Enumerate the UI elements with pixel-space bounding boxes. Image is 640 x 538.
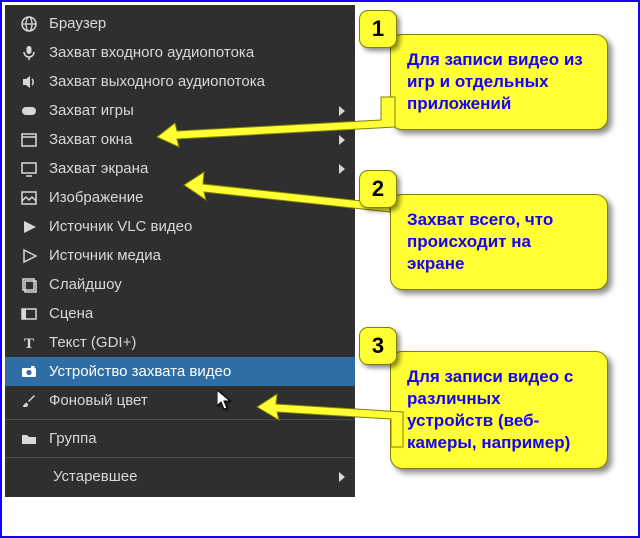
menu-item-audio-output[interactable]: Захват выходного аудиопотока [5,67,355,96]
menu-divider [5,419,355,420]
microphone-icon [19,43,39,63]
monitor-icon [19,159,39,179]
menu-item-text-gdi[interactable]: T Текст (GDI+) [5,328,355,357]
brush-icon [19,391,39,411]
menu-item-media-source[interactable]: Источник медиа [5,241,355,270]
callout-badge-2: 2 [359,170,397,208]
menu-item-group[interactable]: Группа [5,424,355,453]
text-icon: T [19,333,39,353]
menu-item-label: Браузер [49,15,106,32]
menu-item-audio-input[interactable]: Захват входного аудиопотока [5,38,355,67]
globe-icon [19,14,39,34]
window-icon [19,130,39,150]
menu-item-label: Источник VLC видео [49,218,192,235]
callout-badge-1: 1 [359,10,397,48]
menu-item-label: Захват окна [49,131,132,148]
callout-box-1: Для записи видео из игр и отдельных прил… [390,34,608,130]
menu-item-label: Захват экрана [49,160,148,177]
callout-number: 3 [372,333,384,359]
sources-context-menu: Браузер Захват входного аудиопотока Захв… [5,5,355,497]
menu-item-label: Слайдшоу [49,276,122,293]
callout-box-2: Захват всего, что происходит на экране [390,194,608,290]
menu-item-label: Группа [49,430,97,447]
play-outline-icon [19,246,39,266]
menu-divider [5,457,355,458]
menu-item-scene[interactable]: Сцена [5,299,355,328]
callout-number: 1 [372,16,384,42]
menu-item-label: Захват выходного аудиопотока [49,73,265,90]
scene-icon [19,304,39,324]
menu-item-label: Сцена [49,305,93,322]
menu-item-vlc-source[interactable]: Источник VLC видео [5,212,355,241]
menu-item-deprecated[interactable]: Устаревшее [5,462,355,491]
slideshow-icon [19,275,39,295]
menu-item-label: Захват входного аудиопотока [49,44,254,61]
menu-item-label: Фоновый цвет [49,392,148,409]
menu-item-label: Источник медиа [49,247,161,264]
menu-item-label: Устаревшее [53,468,137,485]
menu-item-window-capture[interactable]: Захват окна [5,125,355,154]
gamepad-icon [19,101,39,121]
folder-icon [19,429,39,449]
speaker-icon [19,72,39,92]
svg-text:T: T [24,336,34,352]
menu-item-video-capture-device[interactable]: Устройство захвата видео [5,357,355,386]
callout-box-3: Для записи видео с различных устройств (… [390,351,608,469]
menu-item-label: Текст (GDI+) [49,334,136,351]
menu-item-browser[interactable]: Браузер [5,9,355,38]
callout-text: Для записи видео из игр и отдельных прил… [407,50,583,113]
callout-text: Для записи видео с различных устройств (… [407,367,573,452]
annotated-screenshot: Браузер Захват входного аудиопотока Захв… [0,0,640,538]
menu-item-label: Устройство захвата видео [49,363,231,380]
menu-item-slideshow[interactable]: Слайдшоу [5,270,355,299]
menu-item-label: Изображение [49,189,144,206]
callout-text: Захват всего, что происходит на экране [407,210,553,273]
callout-badge-3: 3 [359,327,397,365]
menu-item-label: Захват игры [49,102,134,119]
menu-item-color-source[interactable]: Фоновый цвет [5,386,355,415]
menu-item-display-capture[interactable]: Захват экрана [5,154,355,183]
image-icon [19,188,39,208]
menu-item-image[interactable]: Изображение [5,183,355,212]
menu-item-game-capture[interactable]: Захват игры [5,96,355,125]
play-icon [19,217,39,237]
camera-icon [19,362,39,382]
callout-number: 2 [372,176,384,202]
